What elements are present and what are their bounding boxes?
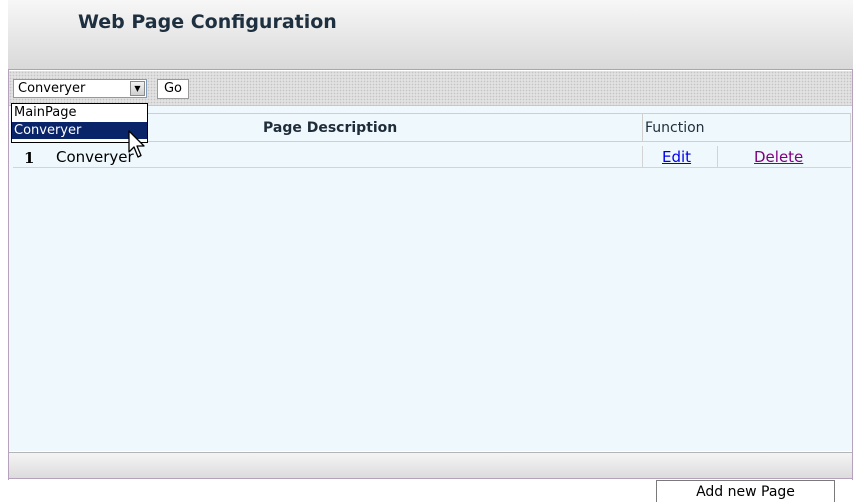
header-divider: [642, 113, 643, 142]
delete-link[interactable]: Delete: [754, 148, 803, 166]
arrow-cursor-icon: [128, 130, 145, 158]
row-page-name: Converyer: [56, 148, 134, 166]
row-divider: [642, 146, 643, 168]
edit-link[interactable]: Edit: [662, 148, 691, 166]
add-new-page-button[interactable]: Add new Page: [656, 480, 835, 502]
row-number: 1: [24, 149, 35, 167]
header-function: Function: [645, 120, 705, 136]
page-title: Web Page Configuration: [78, 11, 337, 33]
page-select-value: Converyer: [18, 81, 86, 96]
footer-bar: [9, 452, 852, 479]
page-select[interactable]: Converyer ▼: [13, 79, 147, 98]
row-divider: [717, 146, 718, 168]
go-button[interactable]: Go: [157, 79, 189, 99]
header-page-description: Page Description: [263, 120, 398, 136]
chevron-down-icon[interactable]: ▼: [130, 81, 145, 96]
option-mainpage[interactable]: MainPage: [12, 104, 147, 121]
